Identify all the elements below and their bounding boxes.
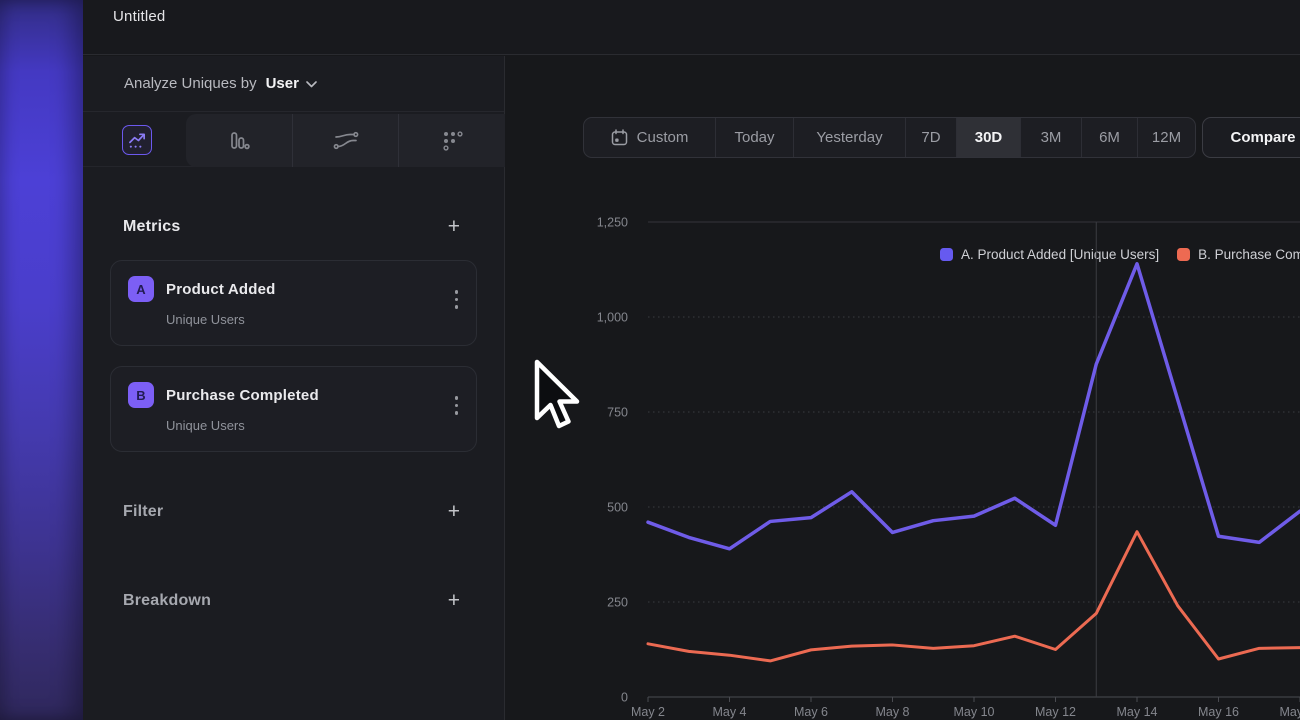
metric-badge-a: A xyxy=(128,276,154,302)
range-custom[interactable]: Custom xyxy=(584,118,715,157)
breakdown-section-header: Breakdown + xyxy=(83,591,504,611)
app-window: Untitled Analyze Uniques by User xyxy=(0,0,1300,720)
add-metric-button[interactable]: + xyxy=(448,217,460,237)
analyze-value-label: User xyxy=(266,75,299,92)
flow-chart-icon xyxy=(333,129,359,153)
analyze-prefix-label: Analyze Uniques by xyxy=(124,75,257,92)
top-header: Untitled xyxy=(83,0,1300,55)
metrics-title: Metrics xyxy=(123,218,180,236)
tab-bar-chart[interactable] xyxy=(186,114,292,167)
chart-type-tab-group xyxy=(186,114,505,167)
analyze-uniques-dropdown[interactable]: Analyze Uniques by User xyxy=(83,56,504,112)
report-title[interactable]: Untitled xyxy=(113,8,165,25)
bar-chart-icon xyxy=(227,129,251,153)
range-yesterday[interactable]: Yesterday xyxy=(793,118,905,157)
tab-line-chart[interactable] xyxy=(122,125,152,155)
line-chart-icon xyxy=(128,131,147,150)
range-30d[interactable]: 30D xyxy=(956,118,1020,157)
add-filter-button[interactable]: + xyxy=(448,502,460,522)
legend-item-a[interactable]: A. Product Added [Unique Users] xyxy=(940,247,1159,262)
metric-badge-b: B xyxy=(128,382,154,408)
add-breakdown-button[interactable]: + xyxy=(448,591,460,611)
range-today[interactable]: Today xyxy=(715,118,793,157)
legend-swatch-orange xyxy=(1177,248,1190,261)
legend-swatch-purple xyxy=(940,248,953,261)
legend-item-b[interactable]: B. Purchase Completed [Unique Users] xyxy=(1177,247,1300,262)
metric-name: Purchase Completed xyxy=(166,387,319,404)
grid-dots-chart-icon xyxy=(440,129,464,153)
chart-panel: Custom Today Yesterday 7D 30D 3M 6M 12M … xyxy=(505,56,1300,720)
filter-section-header: Filter + xyxy=(83,502,504,522)
chart-legend: A. Product Added [Unique Users] B. Purch… xyxy=(940,247,1300,262)
tab-more-charts[interactable] xyxy=(398,114,505,167)
range-3m[interactable]: 3M xyxy=(1020,118,1081,157)
calendar-icon xyxy=(611,129,628,146)
date-range-selector: Custom Today Yesterday 7D 30D 3M 6M 12M xyxy=(583,117,1196,158)
compare-button[interactable]: Compare xyxy=(1202,117,1300,158)
range-12m[interactable]: 12M xyxy=(1137,118,1195,157)
kebab-menu-icon[interactable] xyxy=(453,288,461,311)
range-7d[interactable]: 7D xyxy=(905,118,956,157)
metric-subtitle: Unique Users xyxy=(166,312,476,327)
tab-flow-chart[interactable] xyxy=(292,114,399,167)
breakdown-title: Breakdown xyxy=(123,592,211,610)
decorative-gradient-strip xyxy=(0,0,83,720)
filter-title: Filter xyxy=(123,503,163,521)
metrics-section-header: Metrics + xyxy=(83,217,504,237)
metric-subtitle: Unique Users xyxy=(166,418,476,433)
metric-card-purchase-completed[interactable]: B Purchase Completed Unique Users xyxy=(110,366,477,452)
metric-card-product-added[interactable]: A Product Added Unique Users xyxy=(110,260,477,346)
metric-name: Product Added xyxy=(166,281,276,298)
kebab-menu-icon[interactable] xyxy=(453,394,461,417)
query-sidebar: Analyze Uniques by User xyxy=(83,56,505,720)
range-6m[interactable]: 6M xyxy=(1081,118,1137,157)
chevron-down-icon xyxy=(306,81,317,88)
chart-type-tabs xyxy=(83,112,504,167)
